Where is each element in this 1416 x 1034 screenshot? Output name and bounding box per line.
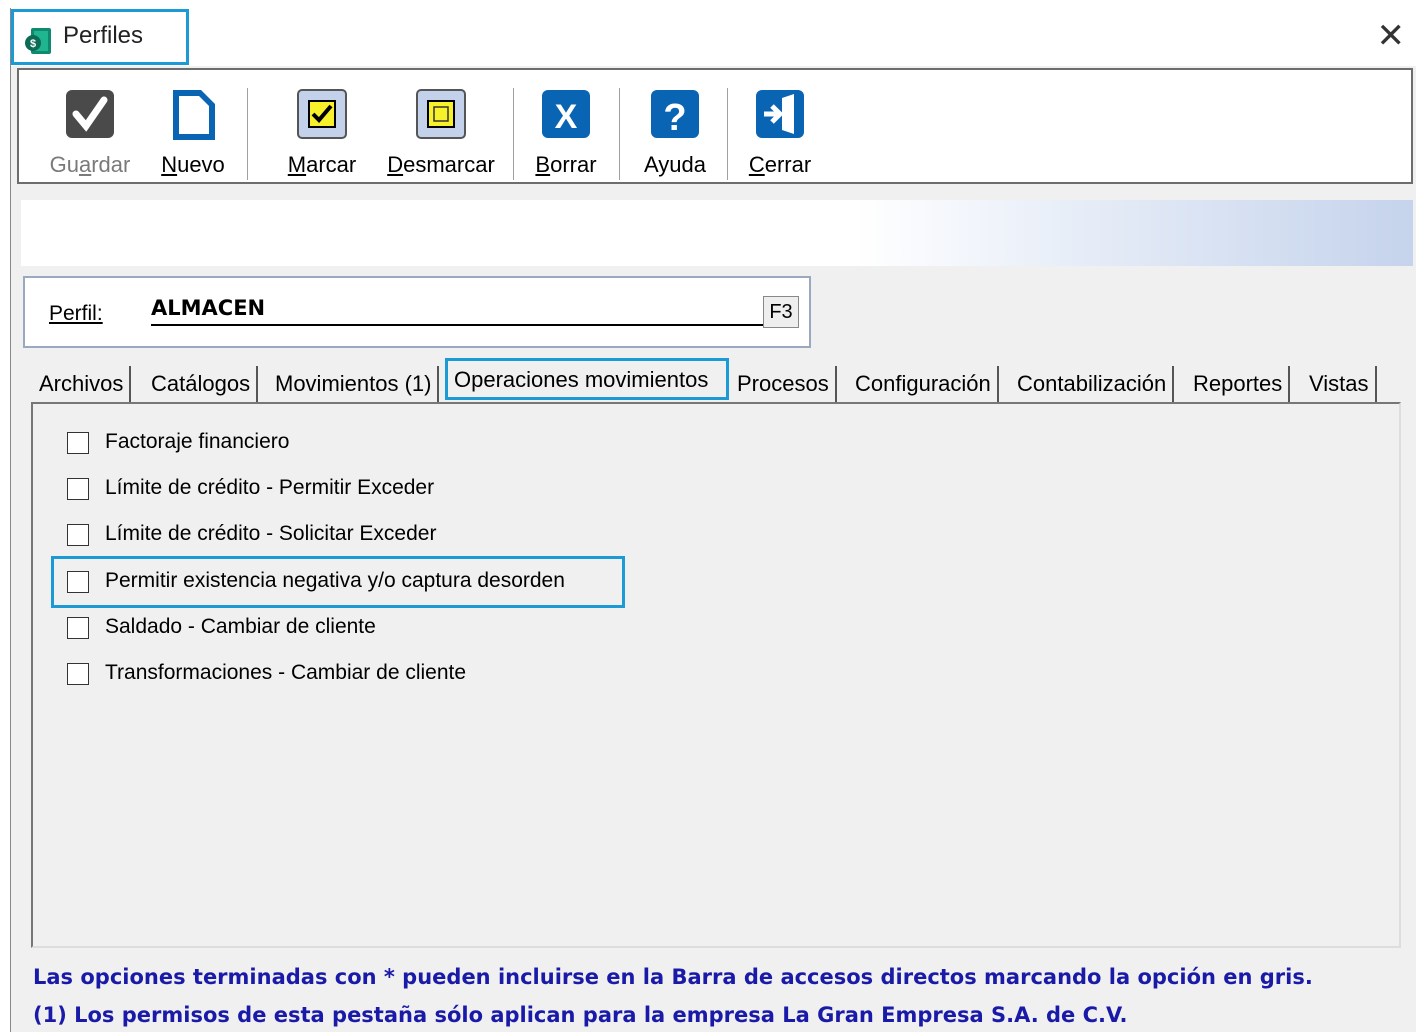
tab-configuracion[interactable]: Configuración — [849, 366, 999, 402]
svg-text:$: $ — [30, 38, 36, 50]
separator — [513, 88, 514, 180]
checkbox[interactable] — [67, 478, 89, 500]
option-label: Factoraje financiero — [105, 430, 290, 453]
toolbar: Guardar Nuevo Marcar Desmarcar X Borrar … — [17, 68, 1413, 184]
option-label: Saldado - Cambiar de cliente — [105, 615, 376, 638]
checkbox[interactable] — [67, 663, 89, 685]
perfil-lookup-button[interactable]: F3 — [763, 296, 799, 328]
close-button[interactable]: Cerrar — [741, 70, 819, 182]
save-button[interactable]: Guardar — [45, 70, 135, 182]
option-label: Límite de crédito - Solicitar Exceder — [105, 522, 437, 545]
delete-button[interactable]: X Borrar — [529, 70, 603, 182]
help-button[interactable]: ? Ayuda — [635, 70, 715, 182]
separator — [619, 88, 620, 180]
svg-text:?: ? — [663, 97, 686, 139]
delete-x-icon: X — [542, 90, 590, 138]
tab-vistas[interactable]: Vistas — [1303, 366, 1377, 402]
option-label: Límite de crédito - Permitir Exceder — [105, 476, 435, 499]
tab-reportes[interactable]: Reportes — [1187, 366, 1291, 402]
unmark-button[interactable]: Desmarcar — [379, 70, 503, 182]
exit-door-icon — [756, 90, 804, 138]
separator — [247, 88, 248, 180]
note-tab-scope: (1) Los permisos de esta pestaña sólo ap… — [33, 1003, 1128, 1027]
tab-operaciones-movimientos[interactable]: Operaciones movimientos — [445, 358, 729, 400]
title-bar: $ Perfiles ✕ — [11, 8, 1416, 66]
checkbox[interactable] — [67, 571, 89, 593]
footer-notes: Las opciones terminadas con * pueden inc… — [33, 958, 1313, 1034]
checkbox[interactable] — [67, 524, 89, 546]
header-banner — [21, 200, 1413, 266]
mark-label: Marcar — [287, 152, 357, 177]
perfil-input[interactable]: ALMACEN — [151, 296, 767, 326]
new-button[interactable]: Nuevo — [153, 70, 233, 182]
option-label: Permitir existencia negativa y/o captura… — [105, 569, 565, 592]
perfil-label: Perfil: — [49, 302, 103, 325]
tab-panel-operaciones: Factoraje financiero Límite de crédito -… — [31, 402, 1401, 948]
window-title: Perfiles — [63, 22, 144, 49]
option-label: Transformaciones - Cambiar de cliente — [105, 661, 467, 684]
check-icon — [66, 90, 114, 138]
note-shortcuts: Las opciones terminadas con * pueden inc… — [33, 965, 1313, 989]
delete-label: Borrar — [535, 152, 597, 177]
unmark-label: Desmarcar — [387, 152, 495, 177]
close-icon[interactable]: ✕ — [1377, 16, 1406, 56]
perfil-group: Perfil: ALMACEN F3 — [23, 276, 811, 348]
tab-contabilizacion[interactable]: Contabilización — [1011, 366, 1175, 402]
help-label: Ayuda — [644, 152, 706, 177]
svg-text:X: X — [555, 98, 578, 136]
app-icon: $ — [25, 28, 51, 54]
separator — [727, 88, 728, 180]
checkbox[interactable] — [67, 617, 89, 639]
new-label: Nuevo — [161, 152, 225, 177]
tab-archivos[interactable]: Archivos — [33, 366, 132, 402]
tab-movimientos[interactable]: Movimientos (1) — [269, 366, 440, 402]
mark-button[interactable]: Marcar — [277, 70, 367, 182]
document-icon — [173, 90, 215, 140]
close-label: Cerrar — [748, 152, 812, 177]
checkbox-unmarked-icon — [416, 89, 466, 139]
tab-catalogos[interactable]: Catálogos — [145, 366, 259, 402]
help-icon: ? — [651, 90, 699, 139]
save-label: Guardar — [49, 152, 131, 177]
checkbox-marked-icon — [297, 89, 347, 139]
profiles-window: $ Perfiles ✕ Guardar Nuevo Marcar Desmar… — [10, 8, 1416, 1032]
tab-procesos[interactable]: Procesos — [731, 366, 837, 402]
checkbox[interactable] — [67, 432, 89, 454]
